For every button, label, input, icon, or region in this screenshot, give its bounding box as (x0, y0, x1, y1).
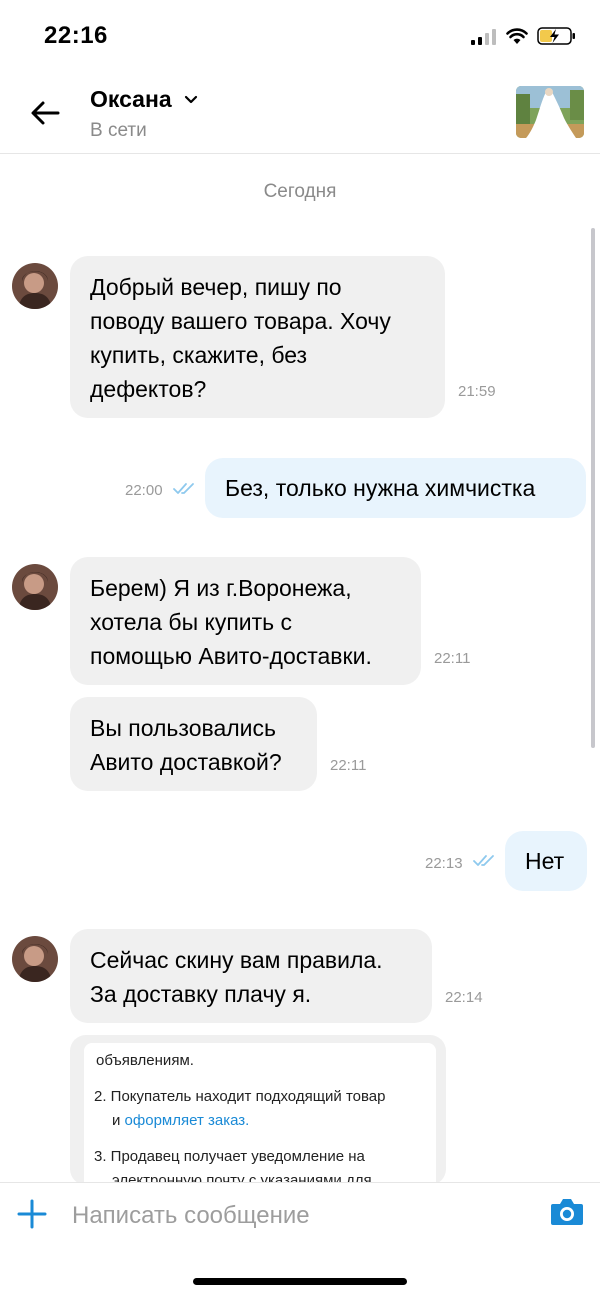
message-text-line: хотела бы купить с (90, 609, 293, 635)
read-check-icon (173, 483, 194, 494)
listing-thumbnail[interactable] (516, 86, 584, 138)
message-text-line: Нет (525, 848, 565, 874)
message-text-line: Авито доставкой? (90, 749, 282, 775)
read-check-icon (473, 855, 494, 866)
attach-plus-icon[interactable] (16, 1198, 48, 1230)
message-text-line: поводу вашего товара. Хочу (90, 308, 391, 334)
contact-online-status: В сети (90, 120, 147, 141)
scrollbar[interactable] (591, 228, 595, 748)
attachment-document: объявлениям. 2. Покупатель находит подхо… (84, 1043, 436, 1185)
status-time: 22:16 (44, 22, 108, 49)
contact-name[interactable]: Оксана (90, 86, 172, 113)
header-divider (0, 153, 600, 154)
attachment-text-line: объявлениям. (96, 1052, 194, 1069)
message-time: 22:00 (125, 482, 163, 499)
battery-charging-icon (537, 27, 575, 45)
home-indicator (193, 1278, 407, 1285)
message-text-line: Без, только нужна химчистка (225, 475, 536, 501)
contact-avatar[interactable] (12, 263, 58, 309)
contact-avatar[interactable] (12, 936, 58, 982)
message-bubble-outgoing[interactable]: Нет (505, 831, 587, 891)
message-bubble-incoming[interactable]: Сейчас скину вам правила. За доставку пл… (70, 929, 432, 1023)
message-input[interactable] (72, 1200, 532, 1232)
message-text-line: помощью Авито-доставки. (90, 643, 372, 669)
contact-avatar[interactable] (12, 564, 58, 610)
wifi-icon (506, 28, 528, 44)
attachment-text: и (112, 1112, 125, 1129)
message-text-line: Добрый вечер, пишу по (90, 274, 342, 300)
message-text-line: Сейчас скину вам правила. (90, 947, 383, 973)
message-text-line: купить, скажите, без (90, 342, 308, 368)
message-time: 21:59 (458, 383, 496, 400)
message-bubble-incoming[interactable]: Вы пользовались Авито доставкой? (70, 697, 317, 791)
message-bubble-outgoing[interactable]: Без, только нужна химчистка (205, 458, 586, 518)
message-time: 22:11 (434, 650, 471, 667)
message-text-line: За доставку плачу я. (90, 981, 312, 1007)
message-time: 22:14 (445, 989, 483, 1006)
message-bubble-incoming[interactable]: Добрый вечер, пишу по поводу вашего това… (70, 256, 445, 418)
date-separator: Сегодня (263, 181, 337, 202)
message-text-line: дефектов? (90, 376, 207, 402)
message-bubble-incoming[interactable]: Берем) Я из г.Воронежа, хотела бы купить… (70, 557, 421, 685)
signal-icon (471, 29, 496, 45)
message-time: 22:13 (425, 855, 463, 872)
back-arrow-icon[interactable] (28, 96, 62, 130)
attachment-image[interactable]: объявлениям. 2. Покупатель находит подхо… (70, 1035, 446, 1185)
attachment-text-line: и оформляет заказ. (112, 1109, 249, 1133)
message-time: 22:11 (330, 757, 367, 774)
composer-divider (0, 1182, 600, 1183)
message-text-line: Берем) Я из г.Воронежа, (90, 575, 352, 601)
attachment-link: оформляет заказ. (124, 1112, 250, 1129)
attachment-text-line: 2. Покупатель находит подходящий товар (94, 1088, 386, 1105)
message-text-line: Вы пользовались (90, 715, 276, 741)
attachment-text-line: 3. Продавец получает уведомление на (94, 1148, 365, 1165)
chevron-down-icon[interactable] (184, 95, 198, 105)
camera-icon[interactable] (550, 1196, 584, 1226)
